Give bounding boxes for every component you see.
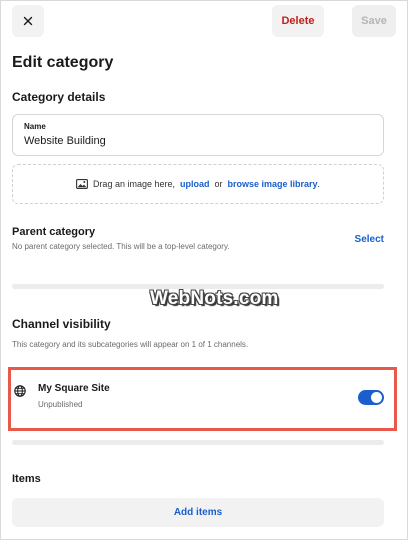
- close-button[interactable]: [12, 5, 44, 37]
- dropzone-or-text: or: [214, 179, 223, 189]
- parent-category-description: No parent category selected. This will b…: [12, 242, 230, 251]
- parent-category-heading: Parent category: [12, 226, 96, 238]
- browse-library-link[interactable]: browse image library: [228, 179, 318, 189]
- section-divider: [12, 440, 384, 445]
- upload-link[interactable]: upload: [180, 179, 210, 189]
- name-input[interactable]: [24, 135, 372, 147]
- page-title: Edit category: [12, 54, 114, 71]
- watermark-logo: WebNots.com: [150, 288, 279, 309]
- save-button[interactable]: Save: [352, 5, 396, 37]
- window-frame: [0, 0, 408, 540]
- top-bar: Delete Save: [12, 5, 396, 37]
- image-icon: [75, 179, 88, 189]
- channel-visibility-heading: Channel visibility: [12, 317, 111, 331]
- category-details-heading: Category details: [12, 90, 106, 104]
- close-icon: [23, 16, 33, 26]
- channel-visibility-toggle[interactable]: [358, 390, 384, 405]
- channel-site-status: Unpublished: [38, 400, 83, 409]
- dropzone-period: .: [317, 179, 321, 189]
- items-heading: Items: [12, 473, 41, 485]
- channel-site-name: My Square Site: [38, 383, 110, 394]
- image-dropzone[interactable]: Drag an image here, upload or browse ima…: [12, 164, 384, 204]
- add-items-button[interactable]: Add items: [12, 498, 384, 527]
- delete-button[interactable]: Delete: [272, 5, 324, 37]
- dropzone-text: Drag an image here,: [92, 179, 175, 189]
- channel-highlight-box: [8, 367, 397, 431]
- name-field-label: Name: [24, 122, 46, 131]
- select-parent-button[interactable]: Select: [355, 234, 384, 245]
- toggle-knob: [371, 392, 382, 403]
- globe-icon: [14, 385, 26, 397]
- channel-visibility-description: This category and its subcategories will…: [12, 340, 249, 349]
- name-field[interactable]: Name: [12, 114, 384, 156]
